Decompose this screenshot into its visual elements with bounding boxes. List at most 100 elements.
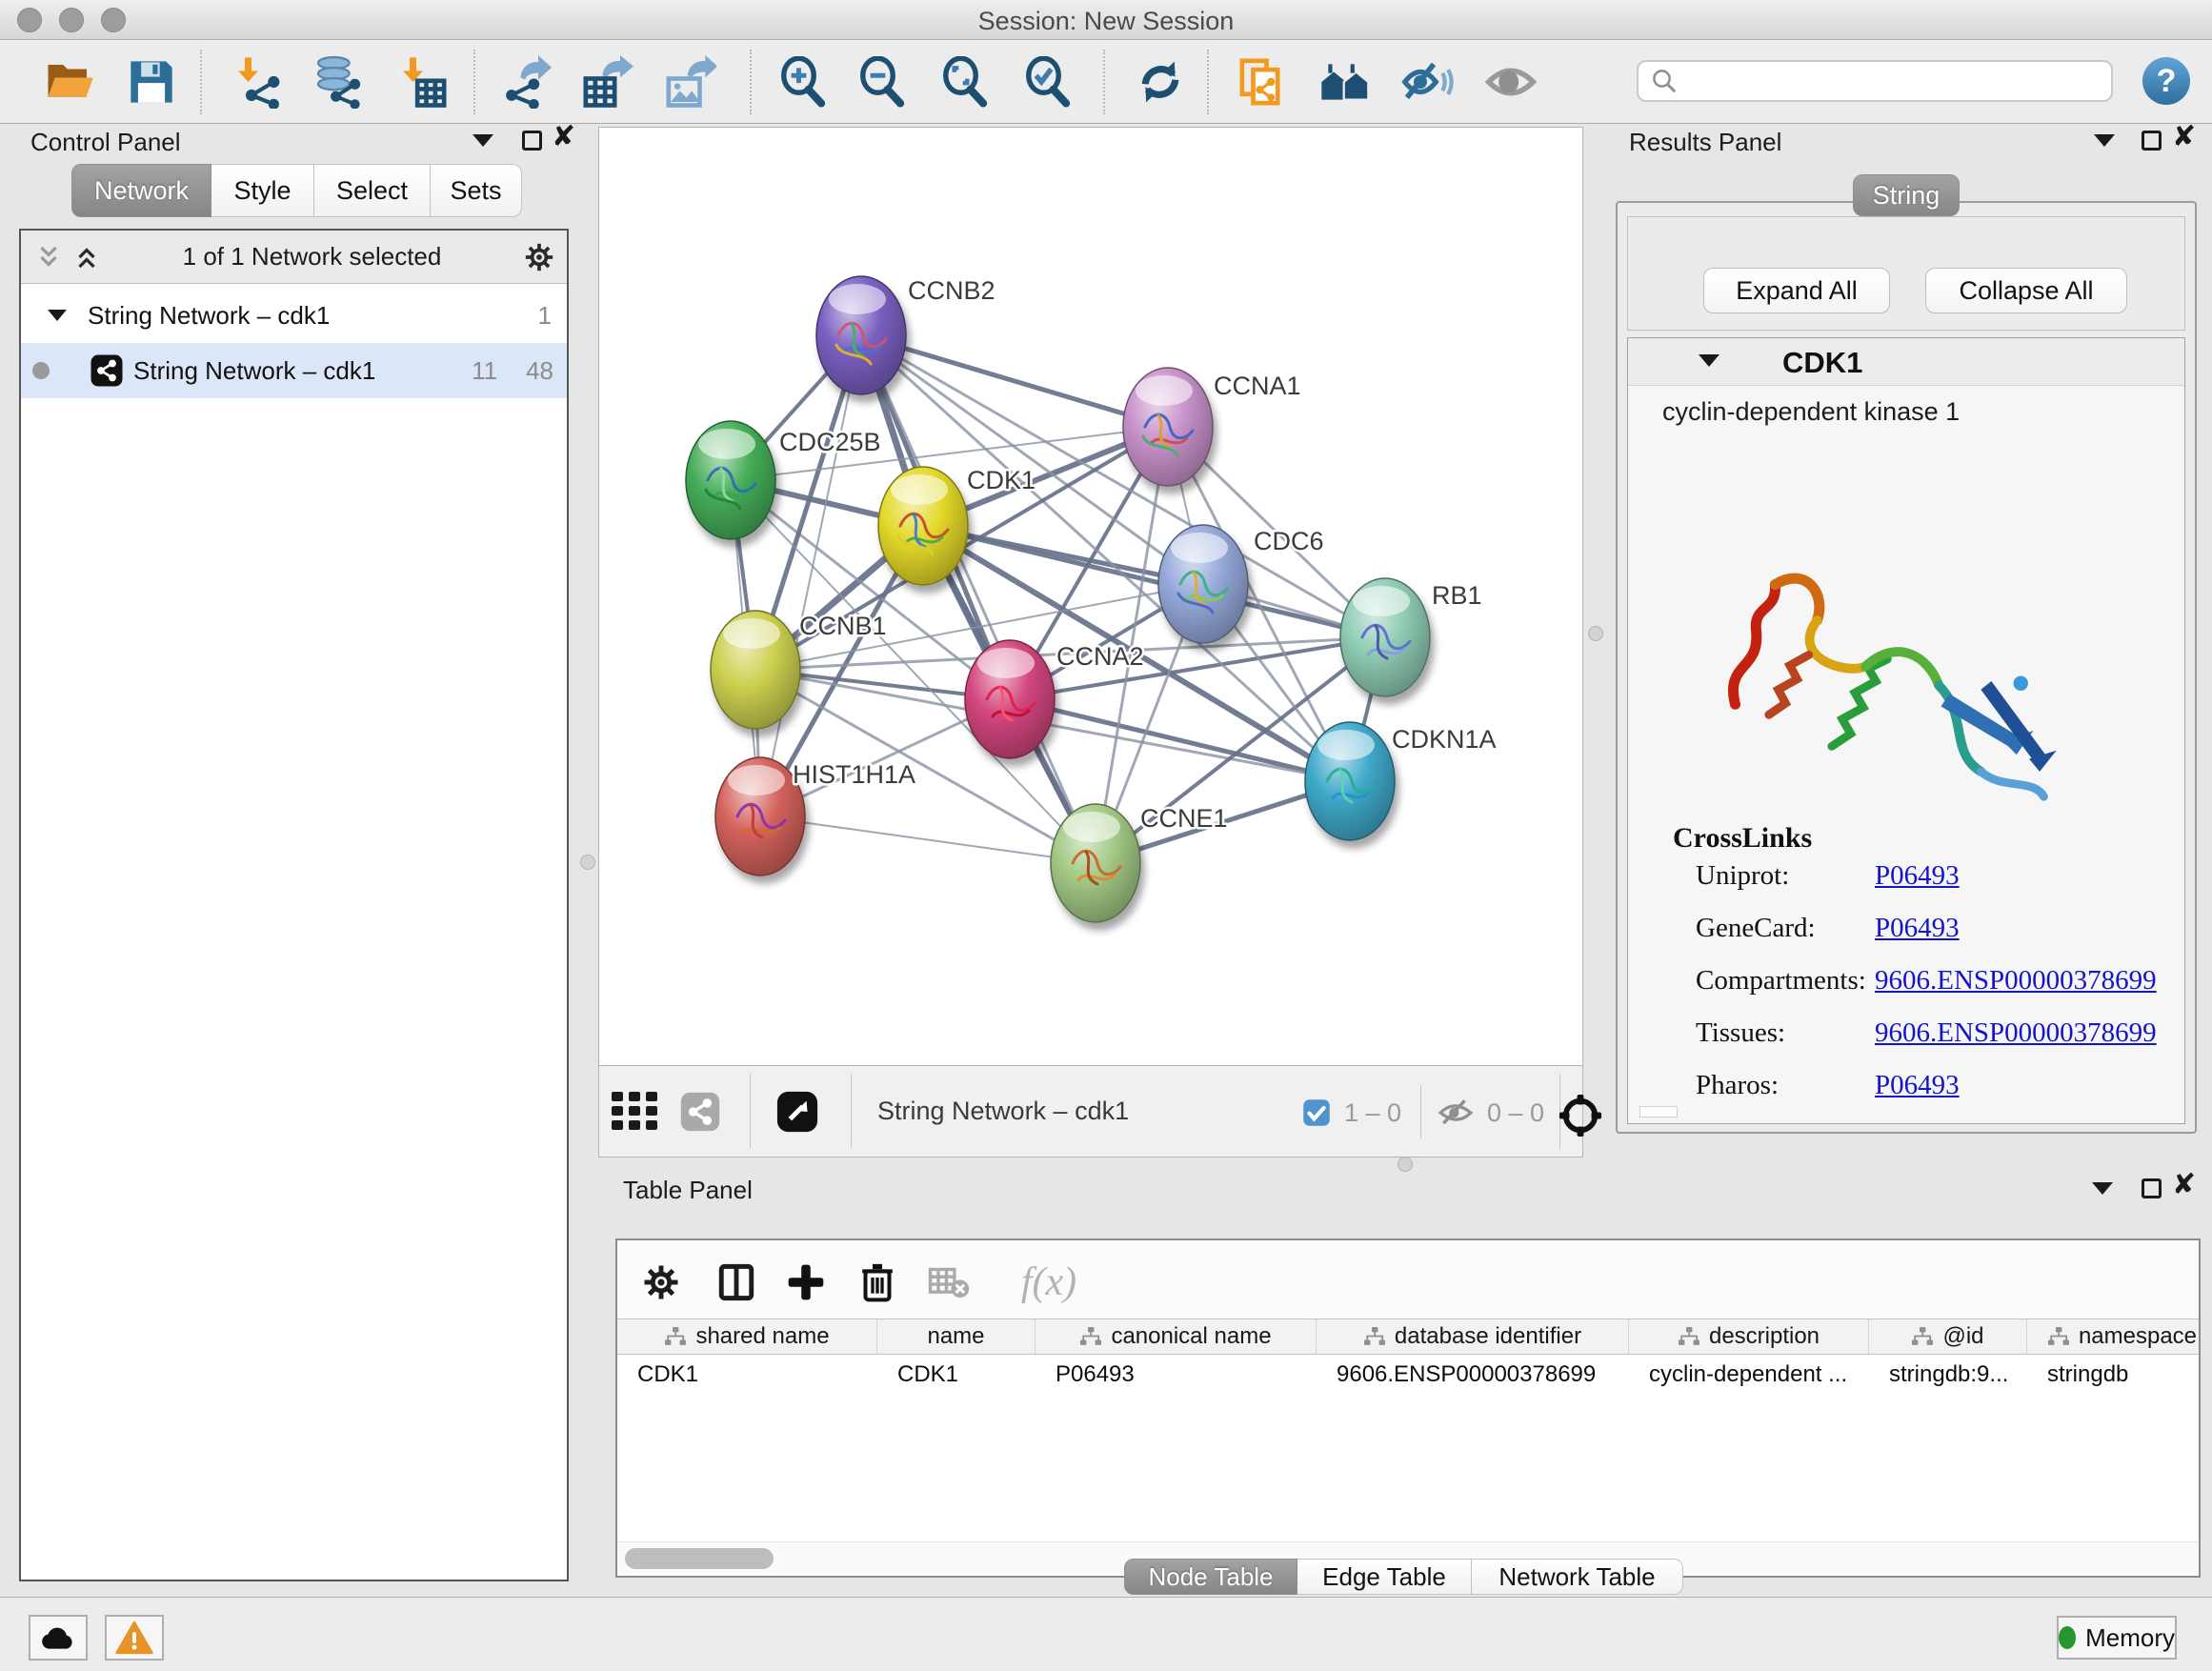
memory-button[interactable]: Memory	[2057, 1616, 2177, 1660]
network-node-RB1[interactable]	[1340, 578, 1430, 696]
grid-view-button[interactable]	[611, 1083, 664, 1140]
panel-menu-icon[interactable]	[2094, 134, 2115, 147]
delete-columns-button[interactable]	[851, 1256, 904, 1309]
toolbar-search-box[interactable]	[1637, 60, 2113, 102]
column-header-description[interactable]: description	[1629, 1319, 1869, 1354]
panel-float-icon[interactable]	[2142, 1178, 2162, 1198]
export-network-button[interactable]	[498, 53, 552, 111]
network-node-CDKN1A[interactable]	[1305, 722, 1395, 840]
refresh-view-button[interactable]	[1134, 53, 1187, 111]
tab-edge-table[interactable]: Edge Table	[1297, 1559, 1472, 1595]
panel-float-icon[interactable]	[522, 131, 542, 151]
search-input[interactable]	[1679, 68, 2079, 95]
export-image-button[interactable]	[663, 53, 716, 111]
zoom-in-button[interactable]	[776, 53, 830, 111]
node-result-header[interactable]: CDK1	[1628, 338, 2184, 386]
network-node-CCNE1[interactable]	[1051, 804, 1140, 922]
tab-node-table[interactable]: Node Table	[1124, 1559, 1297, 1595]
column-header-namespace[interactable]: namespace	[2027, 1319, 2199, 1354]
tab-string[interactable]: String	[1853, 174, 1960, 216]
birdseye-view-button[interactable]	[771, 1083, 824, 1140]
import-table-file-button[interactable]	[396, 53, 450, 111]
collapse-all-button[interactable]: Collapse All	[1925, 268, 2127, 313]
table-row[interactable]: CDK1CDK1P064939606.ENSP00000378699cyclin…	[617, 1356, 2199, 1394]
tab-sets[interactable]: Sets	[431, 164, 522, 217]
table-body[interactable]: CDK1CDK1P064939606.ENSP00000378699cyclin…	[617, 1356, 2199, 1513]
results-scrollbar-thumb[interactable]	[1639, 1106, 1678, 1117]
network-edge-CCNE1-HIST1H1A[interactable]	[760, 816, 1096, 863]
column-header-canonical-name[interactable]: canonical name	[1036, 1319, 1317, 1354]
hidden-eye-slash-icon[interactable]	[1438, 1097, 1474, 1129]
panel-menu-icon[interactable]	[2092, 1182, 2113, 1195]
save-session-button[interactable]	[125, 53, 178, 111]
tree-expander-icon[interactable]	[48, 310, 67, 321]
crosslink-link[interactable]: P06493	[1875, 1070, 1960, 1101]
network-view-button[interactable]	[674, 1083, 727, 1140]
import-network-file-button[interactable]	[231, 53, 285, 111]
zoom-selected-button[interactable]	[1021, 53, 1075, 111]
column-header-name[interactable]: name	[877, 1319, 1036, 1354]
show-columns-button[interactable]	[710, 1256, 763, 1309]
column-header--id[interactable]: @id	[1869, 1319, 2027, 1354]
crosslink-link[interactable]: P06493	[1875, 913, 1960, 944]
table-hscrollbar-thumb[interactable]	[625, 1548, 774, 1569]
expand-all-button[interactable]: Expand All	[1703, 268, 1890, 313]
network-edge-CCNB2-HIST1H1A[interactable]	[760, 335, 861, 816]
panel-close-icon[interactable]: ✘	[2172, 128, 2196, 147]
zoom-fit-button[interactable]	[938, 53, 992, 111]
entry-expander-icon[interactable]	[1699, 354, 1719, 367]
panel-close-icon[interactable]: ✘	[552, 128, 575, 147]
table-cell[interactable]: cyclin-dependent ...	[1629, 1356, 1869, 1394]
panel-close-icon[interactable]: ✘	[2172, 1176, 2196, 1195]
panel-float-icon[interactable]	[2142, 131, 2162, 151]
collapse-all-icon[interactable]	[34, 243, 63, 272]
open-session-button[interactable]	[43, 53, 96, 111]
table-cell[interactable]: stringdb	[2027, 1356, 2199, 1394]
first-neighbors-button[interactable]	[1319, 53, 1373, 111]
table-header-row[interactable]: shared namenamecanonical namedatabase id…	[617, 1319, 2199, 1355]
create-column-button[interactable]	[779, 1256, 833, 1309]
cloud-status-button[interactable]	[29, 1615, 88, 1661]
panel-menu-icon[interactable]	[473, 134, 493, 147]
network-canvas[interactable]: CCNB2CCNA1CDC25BCDK1CDC6RB1CCNB1CCNA2CDK…	[598, 127, 1583, 1065]
column-header-shared-name[interactable]: shared name	[617, 1319, 877, 1354]
import-network-database-button[interactable]	[312, 53, 365, 111]
table-cell[interactable]: stringdb:9...	[1869, 1356, 2027, 1394]
table-cell[interactable]: P06493	[1036, 1356, 1317, 1394]
network-node-CDC25B[interactable]	[686, 421, 775, 539]
column-header-database-identifier[interactable]: database identifier	[1317, 1319, 1629, 1354]
expand-all-icon[interactable]	[72, 243, 101, 272]
tab-style[interactable]: Style	[211, 164, 314, 217]
table-cell[interactable]: CDK1	[877, 1356, 1036, 1394]
network-collection-row[interactable]: String Network – cdk1 1	[21, 288, 567, 343]
right-splitter-handle[interactable]	[1588, 626, 1603, 641]
network-row-selected[interactable]: String Network – cdk1 11 48	[21, 343, 567, 398]
tab-select[interactable]: Select	[314, 164, 431, 217]
gear-icon[interactable]	[523, 241, 555, 273]
network-edge-CCNB2-CCNA1[interactable]	[861, 335, 1168, 427]
bottom-splitter-handle[interactable]	[1398, 1157, 1413, 1172]
network-node-CCNB2[interactable]	[816, 276, 906, 394]
fit-selected-button[interactable]	[1554, 1087, 1607, 1144]
network-node-CCNA2[interactable]	[965, 640, 1055, 758]
network-node-HIST1H1A[interactable]	[715, 757, 805, 876]
new-network-from-selection-button[interactable]	[1237, 53, 1290, 111]
selected-checkbox-icon[interactable]	[1302, 1098, 1331, 1127]
table-settings-button[interactable]	[634, 1256, 688, 1309]
show-all-button[interactable]	[1484, 53, 1538, 111]
network-node-CCNB1[interactable]	[711, 611, 800, 729]
table-cell[interactable]: 9606.ENSP00000378699	[1317, 1356, 1629, 1394]
tab-network-table[interactable]: Network Table	[1472, 1559, 1683, 1595]
export-table-button[interactable]	[580, 53, 633, 111]
network-node-CDC6[interactable]	[1158, 525, 1248, 643]
table-cell[interactable]: CDK1	[617, 1356, 877, 1394]
crosslink-link[interactable]: 9606.ENSP00000378699	[1875, 965, 2157, 997]
tab-network[interactable]: Network	[71, 164, 211, 217]
network-node-CDK1[interactable]	[878, 467, 968, 585]
hide-selected-button[interactable]	[1400, 53, 1454, 111]
crosslink-link[interactable]: P06493	[1875, 860, 1960, 892]
left-splitter-handle[interactable]	[580, 855, 595, 870]
network-node-CCNA1[interactable]	[1123, 368, 1213, 486]
warnings-button[interactable]	[105, 1615, 164, 1661]
zoom-out-button[interactable]	[855, 53, 909, 111]
